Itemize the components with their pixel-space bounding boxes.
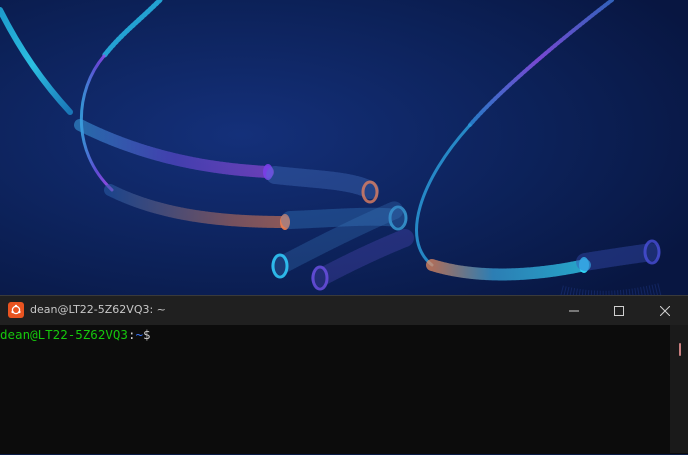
close-button[interactable] [642, 296, 688, 325]
ubuntu-icon [8, 302, 24, 318]
prompt-path: ~ [135, 327, 143, 342]
window-title: dean@LT22-5Z62VQ3: ~ [30, 303, 166, 316]
title-bar[interactable]: dean@LT22-5Z62VQ3: ~ [0, 296, 688, 325]
minimize-button[interactable] [551, 296, 597, 325]
close-icon [660, 305, 670, 316]
prompt-dollar: $ [143, 327, 151, 342]
desktop-wallpaper [0, 0, 688, 300]
prompt-user-host: dean@LT22-5Z62VQ3 [0, 327, 128, 342]
scrollbar-thumb[interactable] [679, 343, 681, 356]
terminal-window[interactable]: dean@LT22-5Z62VQ3: ~ dean@LT22-5Z62VQ3:~… [0, 295, 688, 454]
shell-prompt: dean@LT22-5Z62VQ3:~$ [0, 327, 670, 342]
maximize-button[interactable] [596, 296, 642, 325]
terminal-output[interactable]: dean@LT22-5Z62VQ3:~$ [0, 325, 670, 455]
minimize-icon [569, 310, 579, 311]
maximize-icon [614, 305, 624, 316]
